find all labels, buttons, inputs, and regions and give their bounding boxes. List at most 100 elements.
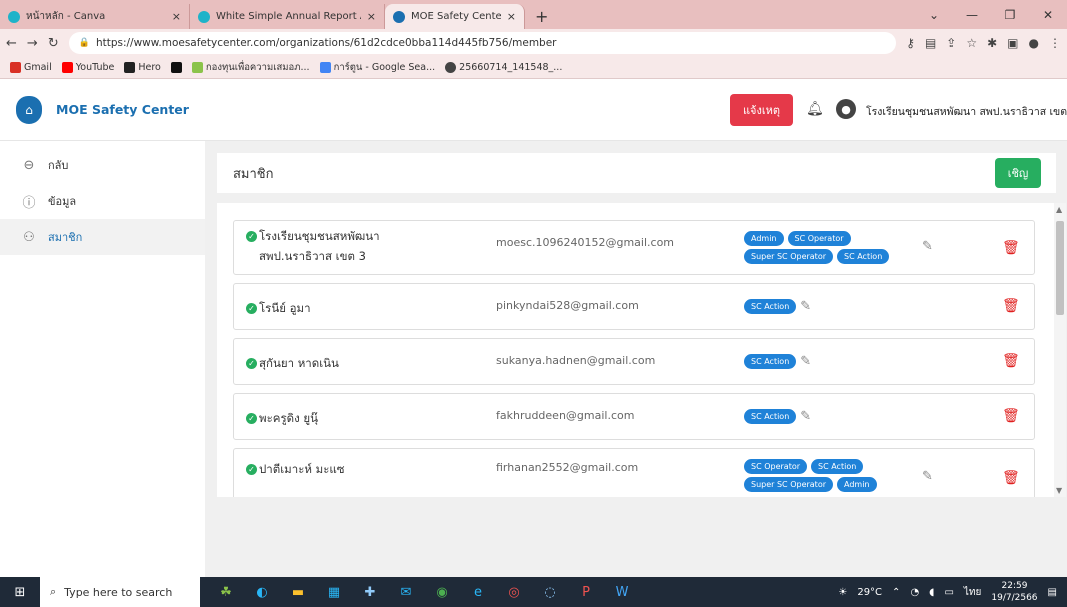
bookmark-tiktok[interactable] [170,62,182,73]
user-avatar-icon[interactable]: ● [836,99,856,119]
delete-trash-icon[interactable]: 🗑︎ [1002,241,1020,256]
menu-kebab-icon[interactable]: ⋮ [1049,36,1061,50]
file-explorer-icon[interactable]: ▬ [280,577,316,607]
speaker-icon[interactable]: ◖ [929,587,934,598]
line-icon[interactable]: ◉ [424,577,460,607]
member-email: pinkyndai528@gmail.com [496,299,639,312]
member-row: ✓ โรนีย์ อูมา pinkyndai528@gmail.com SC A… [233,283,1035,330]
translate-icon[interactable]: ▤ [925,36,936,50]
edit-icon[interactable]: ✎ [922,469,933,484]
bookmark-hero[interactable]: Hero [124,62,161,73]
role-badge: SC Action [744,354,797,369]
edit-icon[interactable]: ✎ [922,239,933,254]
member-name: ✓ โรงเรียนชุมชนสหพัฒนา สพป.นราธิวาส เขต 3 [246,226,486,266]
taskbar-search[interactable]: ⌕ Type here to search [40,577,200,607]
sidebar-item-back[interactable]: ⊖ กลับ [0,147,205,183]
edit-icon[interactable]: ✎ [800,409,811,424]
bookmark-file[interactable]: 25660714_141548_... [445,62,562,73]
google-icon [319,62,331,73]
member-row: ✓ พะครูดิง ยูนุ๊ fakhruddeen@gmail.com SC… [233,393,1035,440]
task-view-icon[interactable]: ◐ [244,577,280,607]
notifications-icon[interactable]: ▤ [1048,587,1057,598]
chrome-icon[interactable]: ◎ [496,577,532,607]
reload-icon[interactable]: ↻ [48,36,59,51]
sidebar-item-members[interactable]: ⚇ สมาชิก [0,219,205,255]
gmail-icon [10,62,21,73]
report-incident-button[interactable]: แจ้งเหตุ [730,94,793,126]
scrollbar[interactable]: ▲ ▼ [1054,203,1066,497]
delete-trash-icon[interactable]: 🗑︎ [1002,299,1020,314]
temperature[interactable]: 29°C [857,587,882,598]
brand-title[interactable]: MOE Safety Center [56,102,189,117]
tab-close-icon[interactable]: × [507,10,516,23]
role-badges: Admin SC Operator Super SC Operator SC A… [744,231,909,264]
member-list[interactable]: ✓ โรงเรียนชุมชนสหพัฒนา สพป.นราธิวาส เขต 3 … [217,203,1066,497]
browser-tab[interactable]: หน้าหลัก - Canva × [0,4,190,29]
security-icon[interactable]: ✚ [352,577,388,607]
input-language[interactable]: ไทย [964,585,981,600]
canva-favicon-icon [8,10,20,23]
close-window-icon[interactable]: ✕ [1029,8,1067,22]
browser-tab[interactable]: White Simple Annual Report A4 × [190,4,385,29]
scroll-up-icon[interactable]: ▲ [1056,205,1062,214]
extensions-icon[interactable]: ✱ [987,36,997,50]
maximize-icon[interactable]: ❐ [991,8,1029,22]
tab-close-icon[interactable]: × [172,10,181,23]
mail-icon[interactable]: ✉ [388,577,424,607]
edge-icon[interactable]: e [460,577,496,607]
delete-trash-icon[interactable]: 🗑︎ [1002,471,1020,486]
browser-tab-bar: หน้าหลัก - Canva × White Simple Annual R… [0,0,1067,29]
profile-icon[interactable]: ● [1029,36,1039,50]
member-email: moesc.1096240152@gmail.com [496,236,675,249]
sidepanel-icon[interactable]: ▣ [1007,36,1018,50]
role-badges: SC Operator SC Action Super SC Operator … [744,459,909,492]
delete-trash-icon[interactable]: 🗑︎ [1002,354,1020,369]
tab-close-icon[interactable]: × [367,10,376,23]
taskbar-apps: ☘ ◐ ▬ ▦ ✚ ✉ ◉ e ◎ ◌ P W [208,577,640,607]
tab-title: MOE Safety Center [411,11,501,22]
delete-trash-icon[interactable]: 🗑︎ [1002,409,1020,424]
bookmark-fund[interactable]: กองทุนเพื่อความเสมอภ... [191,60,310,75]
forward-icon[interactable]: → [27,36,38,51]
bookmark-youtube[interactable]: YouTube [61,62,114,73]
browser-tab-active[interactable]: MOE Safety Center × [385,4,525,29]
key-icon[interactable]: ⚷ [906,36,915,50]
store-icon[interactable]: ▦ [316,577,352,607]
member-row: ✓ โรงเรียนชุมชนสหพัฒนา สพป.นราธิวาส เขต 3 … [233,220,1035,275]
share-icon[interactable]: ⇪ [946,36,956,50]
system-tray: ☀ 29°C ⌃ ◔ ◖ ▭ ไทย 22:59 19/7/2566 ▤ [838,577,1057,607]
weather-widget-icon[interactable]: ☘ [208,577,244,607]
network-icon[interactable]: ◔ [910,587,919,598]
role-badge: SC Action [837,249,890,264]
app-icon[interactable]: ◌ [532,577,568,607]
tab-search-chevron-icon[interactable]: ⌄ [915,8,953,22]
role-badge: SC Action [811,459,864,474]
clock[interactable]: 22:59 19/7/2566 [991,580,1037,604]
youtube-icon [61,62,73,73]
lock-icon: 🔒 [78,38,90,48]
battery-icon[interactable]: ▭ [944,587,953,598]
hero-icon [124,62,136,73]
scroll-down-icon[interactable]: ▼ [1056,486,1062,495]
windows-start-icon[interactable]: ⊞ [0,585,40,600]
new-tab-button[interactable]: + [525,4,558,29]
bookmark-google-search[interactable]: การ์ตูน - Google Sea... [319,60,435,75]
edit-icon[interactable]: ✎ [800,299,811,314]
bookmark-star-icon[interactable]: ☆ [966,36,977,50]
moe-favicon-icon [393,10,405,23]
word-icon[interactable]: W [604,577,640,607]
powerpoint-icon[interactable]: P [568,577,604,607]
bell-icon[interactable]: 🔔︎ [806,101,824,117]
edit-icon[interactable]: ✎ [800,354,811,369]
bookmark-gmail[interactable]: Gmail [10,62,52,73]
back-icon[interactable]: ← [6,36,17,51]
sidebar-item-info[interactable]: ⓘ ข้อมูล [0,183,205,219]
member-name: ✓ โรนีย์ อูมา [246,298,486,318]
user-name[interactable]: โรงเรียนชุมชนสหพัฒนา สพป.นราธิวาส เขต 3 [866,103,1067,120]
scrollbar-thumb[interactable] [1056,221,1064,315]
url-field[interactable]: 🔒 https://www.moesafetycenter.com/organi… [68,32,897,54]
invite-button[interactable]: เชิญ [995,158,1041,188]
minimize-icon[interactable]: — [953,8,991,22]
tray-chevron-icon[interactable]: ⌃ [892,587,900,598]
app-header: ⌂ MOE Safety Center แจ้งเหตุ 🔔︎ ● โรงเรี… [0,79,1067,141]
